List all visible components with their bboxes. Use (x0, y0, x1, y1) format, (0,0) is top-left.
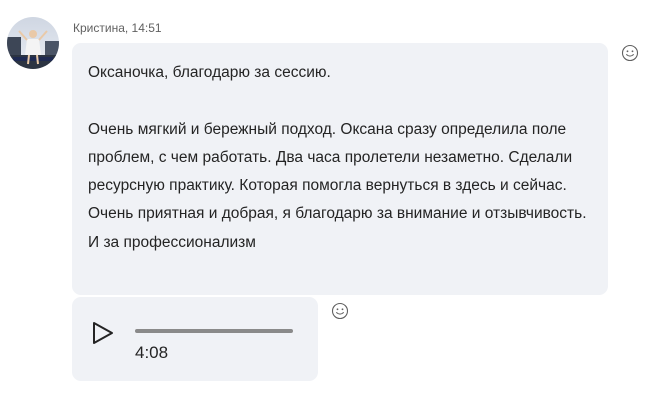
play-button[interactable] (90, 320, 116, 346)
avatar[interactable] (7, 17, 59, 69)
smiley-icon[interactable] (621, 44, 639, 62)
avatar-photo (7, 17, 59, 69)
voice-progress-bar[interactable] (135, 329, 293, 333)
smiley-icon[interactable] (331, 302, 349, 320)
message-text-line: Оксаночка, благодарю за сессию. (88, 64, 331, 81)
message-paragraph-break (88, 87, 592, 115)
message-text-paragraph: Очень мягкий и бережный подход. Оксана с… (88, 120, 587, 251)
voice-duration: 4:08 (135, 343, 169, 362)
message-sender-time: Кристина, 14:51 (73, 21, 162, 35)
play-icon (93, 322, 113, 344)
message-bubble[interactable]: Оксаночка, благодарю за сессию. Очень мя… (72, 43, 608, 295)
voice-message-bubble: 4:08 (72, 297, 318, 381)
